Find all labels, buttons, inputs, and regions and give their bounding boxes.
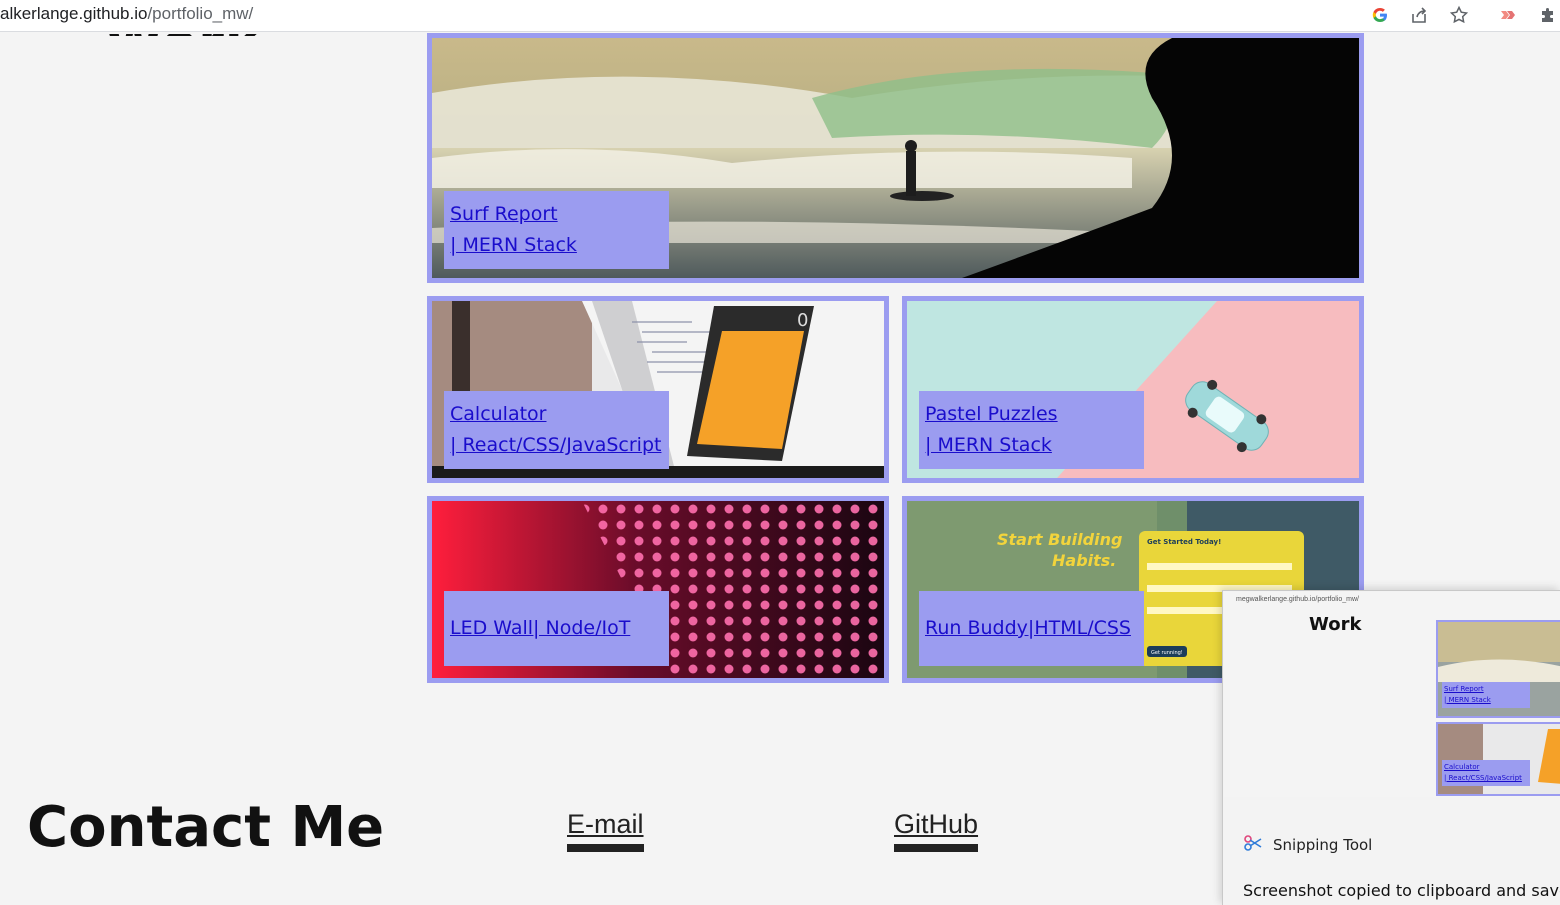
thumbnail-work-title: Work bbox=[1309, 614, 1362, 635]
thumbnail-card-calculator: Calculator | React/CSS/JavaScript bbox=[1436, 722, 1560, 796]
led-wall-link[interactable]: LED Wall bbox=[450, 617, 533, 639]
surf-report-tech[interactable]: | MERN Stack bbox=[450, 230, 663, 261]
run-buddy-button: Get running! bbox=[1151, 650, 1183, 656]
pastel-puzzles-label: Pastel Puzzles | MERN Stack bbox=[919, 391, 1144, 469]
project-card-led-wall[interactable]: LED Wall| Node/IoT bbox=[427, 496, 889, 683]
thumbnail-surf-tech: | MERN Stack bbox=[1444, 696, 1491, 704]
url-host: alkerlange.github.io bbox=[0, 4, 148, 23]
contact-heading: Contact Me bbox=[27, 795, 385, 860]
thumbnail-card-surf: Surf Report | MERN Stack bbox=[1436, 620, 1560, 718]
calc-display: 0 bbox=[797, 310, 808, 331]
email-link[interactable]: E-mail bbox=[567, 808, 644, 852]
run-buddy-tech[interactable]: |HTML/CSS bbox=[1028, 617, 1131, 639]
github-link[interactable]: GitHub bbox=[894, 808, 979, 852]
calculator-tech[interactable]: | React/CSS/JavaScript bbox=[450, 430, 663, 461]
thumbnail-calculator-tech: | React/CSS/JavaScript bbox=[1444, 774, 1522, 782]
share-icon[interactable] bbox=[1407, 3, 1431, 27]
calculator-link[interactable]: Calculator bbox=[450, 399, 663, 430]
run-buddy-label: Run Buddy|HTML/CSS bbox=[919, 591, 1144, 666]
project-card-calculator[interactable]: 0 Calculator | React/CSS/JavaScript bbox=[427, 296, 889, 483]
project-card-pastel-puzzles[interactable]: Pastel Puzzles | MERN Stack bbox=[902, 296, 1364, 483]
snipping-tool-icon bbox=[1243, 833, 1263, 857]
browser-toolbar: alkerlange.github.io/portfolio_mw/ bbox=[0, 0, 1560, 32]
pastel-puzzles-link[interactable]: Pastel Puzzles bbox=[925, 399, 1138, 430]
calculator-label: Calculator | React/CSS/JavaScript bbox=[444, 391, 669, 469]
thumbnail-surf-label: Surf Report | MERN Stack bbox=[1442, 682, 1530, 708]
pastel-puzzles-tech[interactable]: | MERN Stack bbox=[925, 430, 1138, 461]
thumbnail-url: megwalkerlange.github.io/portfolio_mw/ bbox=[1236, 596, 1359, 603]
extension-icon[interactable] bbox=[1496, 3, 1520, 27]
google-icon[interactable] bbox=[1368, 3, 1392, 27]
run-buddy-form-title: Get Started Today! bbox=[1147, 538, 1221, 546]
run-buddy-link[interactable]: Run Buddy bbox=[925, 617, 1028, 639]
led-wall-tech[interactable]: | Node/IoT bbox=[533, 617, 630, 639]
thumbnail-calculator-label: Calculator | React/CSS/JavaScript bbox=[1442, 760, 1530, 786]
address-bar[interactable]: alkerlange.github.io/portfolio_mw/ bbox=[0, 4, 253, 24]
snipping-tool-notification[interactable]: megwalkerlange.github.io/portfolio_mw/ W… bbox=[1222, 590, 1560, 905]
snipping-tool-message: Screenshot copied to clipboard and saved bbox=[1243, 881, 1560, 900]
snipping-tool-header: Snipping Tool bbox=[1243, 833, 1372, 857]
surf-report-label: Surf Report | MERN Stack bbox=[444, 191, 669, 269]
run-buddy-headline-1: Start Building bbox=[997, 530, 1122, 549]
screenshot-thumbnail[interactable]: megwalkerlange.github.io/portfolio_mw/ W… bbox=[1224, 592, 1560, 797]
led-wall-label: LED Wall| Node/IoT bbox=[444, 591, 669, 666]
thumbnail-surf-title: Surf Report bbox=[1444, 685, 1484, 693]
project-card-surf-report[interactable]: Surf Report | MERN Stack bbox=[427, 33, 1364, 283]
surf-report-link[interactable]: Surf Report bbox=[450, 199, 663, 230]
url-path: /portfolio_mw/ bbox=[147, 4, 254, 23]
thumbnail-calculator-title: Calculator bbox=[1444, 763, 1480, 771]
puzzle-icon[interactable] bbox=[1536, 3, 1560, 27]
star-icon[interactable] bbox=[1447, 3, 1471, 27]
snipping-tool-app-name: Snipping Tool bbox=[1273, 836, 1373, 854]
run-buddy-headline-2: Habits. bbox=[1052, 551, 1116, 570]
